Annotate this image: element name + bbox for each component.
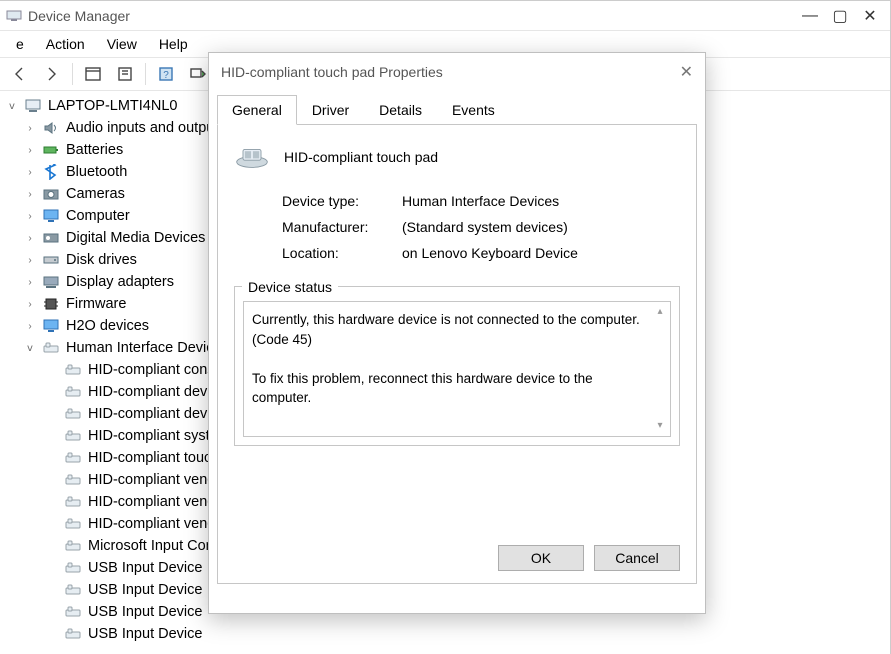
tree-item-label: HID-compliant devic (88, 384, 218, 400)
forward-button[interactable] (38, 61, 66, 87)
tree-item-label: HID-compliant vend (88, 472, 215, 488)
label-device-type: Device type: (282, 193, 402, 209)
hid-device-icon (64, 604, 82, 620)
device-status-text[interactable]: Currently, this hardware device is not c… (243, 301, 671, 437)
tree-item-label: HID-compliant vend (88, 494, 215, 510)
label-location: Location: (282, 245, 402, 261)
tree-item-label: USB Input Device (88, 560, 202, 576)
dialog-titlebar: HID-compliant touch pad Properties ✕ (209, 53, 705, 91)
hid-device-icon (64, 538, 82, 554)
hid-device-icon (64, 406, 82, 422)
hid-device-icon (64, 516, 82, 532)
expand-icon[interactable]: › (24, 299, 36, 310)
cancel-button[interactable]: Cancel (594, 545, 680, 571)
tab-strip: General Driver Details Events (217, 95, 697, 125)
menu-view[interactable]: View (97, 34, 147, 54)
tree-item-label: Microsoft Input Con (88, 538, 214, 554)
tree-item-label: USB Input Device (88, 626, 202, 642)
tree-item-label: HID-compliant devic (88, 406, 218, 422)
properties-button[interactable] (111, 61, 139, 87)
expand-icon[interactable]: › (24, 211, 36, 222)
tree-item-label: HID-compliant consu (88, 362, 223, 378)
tree-item-label: USB Input Device (88, 604, 202, 620)
svg-text:?: ? (163, 70, 169, 81)
toolbar-separator (72, 63, 73, 85)
hid-device-icon (64, 362, 82, 378)
display-adapter-icon (42, 274, 60, 290)
battery-icon (42, 142, 60, 158)
dialog-close-button[interactable]: ✕ (680, 62, 693, 82)
chip-icon (42, 296, 60, 312)
back-button[interactable] (6, 61, 34, 87)
bluetooth-icon (42, 164, 60, 180)
hid-device-icon (64, 428, 82, 444)
tab-details[interactable]: Details (364, 95, 437, 125)
camera-icon (42, 186, 60, 202)
tree-hid-child[interactable]: ·USB Input Device (2, 623, 888, 645)
titlebar: Device Manager — ▢ ✕ (0, 1, 890, 31)
tree-item-label: USB Input Device (88, 582, 202, 598)
help-button[interactable]: ? (152, 61, 180, 87)
hid-device-icon (64, 582, 82, 598)
value-device-type: Human Interface Devices (402, 193, 559, 209)
media-icon (42, 230, 60, 246)
device-large-icon (234, 143, 270, 171)
menu-file[interactable]: e (6, 34, 34, 54)
speaker-icon (42, 120, 60, 136)
value-location: on Lenovo Keyboard Device (402, 245, 578, 261)
ok-button[interactable]: OK (498, 545, 584, 571)
hid-device-icon (64, 494, 82, 510)
computer-icon (24, 98, 42, 114)
value-manufacturer: (Standard system devices) (402, 219, 568, 235)
toolbar-separator (145, 63, 146, 85)
expand-icon[interactable]: › (24, 145, 36, 156)
dialog-title: HID-compliant touch pad Properties (221, 64, 443, 80)
disk-icon (42, 252, 60, 268)
monitor-icon (42, 318, 60, 334)
menu-help[interactable]: Help (149, 34, 198, 54)
device-name: HID-compliant touch pad (284, 149, 438, 165)
hid-device-icon (64, 450, 82, 466)
tree-root-label: LAPTOP-LMTI4NL0 (48, 98, 177, 114)
expand-icon[interactable]: › (24, 167, 36, 178)
collapse-icon[interactable]: ⅴ (6, 101, 18, 112)
tab-general[interactable]: General (217, 95, 297, 125)
collapse-icon[interactable]: ⅴ (24, 343, 36, 354)
window-title: Device Manager (28, 8, 130, 24)
hid-icon (42, 340, 60, 356)
tab-driver[interactable]: Driver (297, 95, 364, 125)
hid-device-icon (64, 560, 82, 576)
expand-icon[interactable]: › (24, 255, 36, 266)
expand-icon[interactable]: › (24, 277, 36, 288)
hid-device-icon (64, 472, 82, 488)
minimize-button[interactable]: — (804, 10, 816, 22)
properties-dialog: HID-compliant touch pad Properties ✕ Gen… (208, 52, 706, 614)
hid-device-icon (64, 626, 82, 642)
device-status-heading: Device status (242, 279, 338, 295)
tree-item-label: HID-compliant touch (88, 450, 219, 466)
scroll-up-button[interactable]: ▴ (653, 305, 667, 319)
scroll-down-button[interactable]: ▾ (653, 419, 667, 433)
tree-item-label: HID-compliant vend (88, 516, 215, 532)
expand-icon[interactable]: › (24, 123, 36, 134)
expand-icon[interactable]: › (24, 233, 36, 244)
show-hide-tree-button[interactable] (79, 61, 107, 87)
tab-events[interactable]: Events (437, 95, 510, 125)
tree-item-label: HID-compliant syste (88, 428, 218, 444)
hid-device-icon (64, 384, 82, 400)
expand-icon[interactable]: › (24, 321, 36, 332)
maximize-button[interactable]: ▢ (834, 10, 846, 22)
close-button[interactable]: ✕ (864, 10, 876, 22)
monitor-icon (42, 208, 60, 224)
menu-action[interactable]: Action (36, 34, 95, 54)
expand-icon[interactable]: › (24, 189, 36, 200)
tab-general-body: HID-compliant touch pad Device type:Huma… (217, 124, 697, 584)
label-manufacturer: Manufacturer: (282, 219, 402, 235)
app-icon (6, 8, 22, 24)
